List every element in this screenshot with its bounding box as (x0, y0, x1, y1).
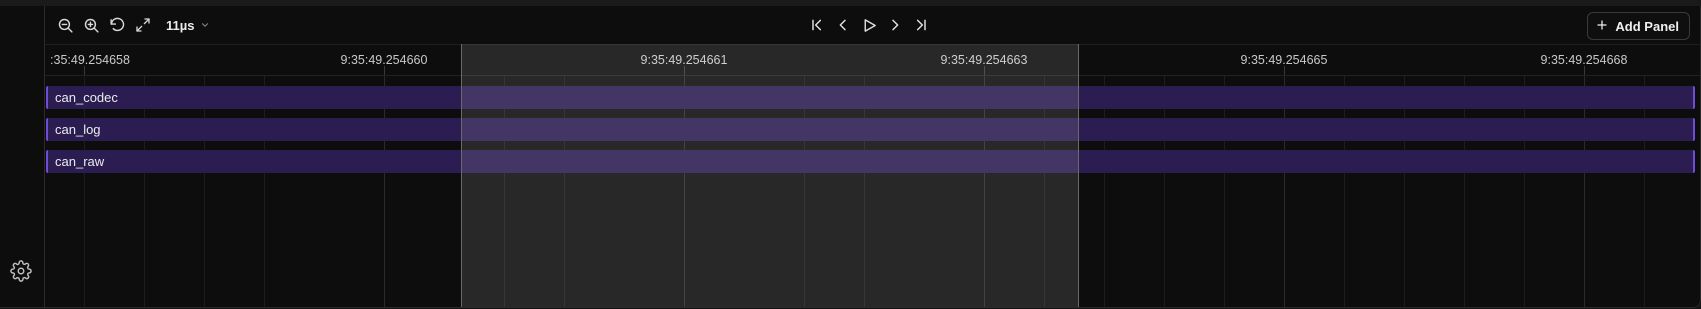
time-selection-range[interactable] (461, 44, 1079, 307)
timeline-area[interactable]: :35:49.254658 9:35:49.254660 9:35:49.254… (45, 44, 1700, 307)
fit-icon[interactable] (132, 14, 154, 36)
timeline-main: 11µs Add Panel:35:49.254658 9:35:49.254… (45, 6, 1700, 307)
zoom-in-icon[interactable] (80, 14, 102, 36)
tick-label: 9:35:49.254668 (1540, 53, 1628, 67)
step-back-icon[interactable] (832, 14, 854, 36)
zoom-level-select[interactable]: 11µs (166, 15, 210, 35)
play-icon[interactable] (858, 14, 880, 36)
tick-label: :35:49.254658 (50, 53, 130, 67)
tick-label: 9:35:49.254665 (1240, 53, 1328, 67)
track-label: can_raw (55, 154, 105, 169)
plus-icon (1596, 19, 1608, 34)
gear-icon[interactable] (10, 260, 32, 282)
track-label: can_log (55, 122, 101, 137)
zoom-out-icon[interactable] (54, 14, 76, 36)
step-forward-icon[interactable] (884, 14, 906, 36)
tick-label: 9:35:49.254660 (340, 53, 428, 67)
skip-start-icon[interactable] (806, 14, 828, 36)
add-panel-label: Add Panel (1615, 18, 1679, 34)
timeline-toolbar: 11µs Add Panel (45, 6, 1700, 45)
chevron-down-icon (200, 18, 210, 33)
zoom-level-value: 11µs (166, 17, 195, 33)
track-label: can_codec (55, 90, 118, 105)
skip-end-icon[interactable] (910, 14, 932, 36)
add-panel-button[interactable]: Add Panel (1587, 12, 1690, 40)
left-sidebar (0, 6, 45, 307)
timeline-panel: 11µs Add Panel:35:49.254658 9:35:49.254… (0, 6, 1701, 308)
undo-icon[interactable] (106, 14, 128, 36)
